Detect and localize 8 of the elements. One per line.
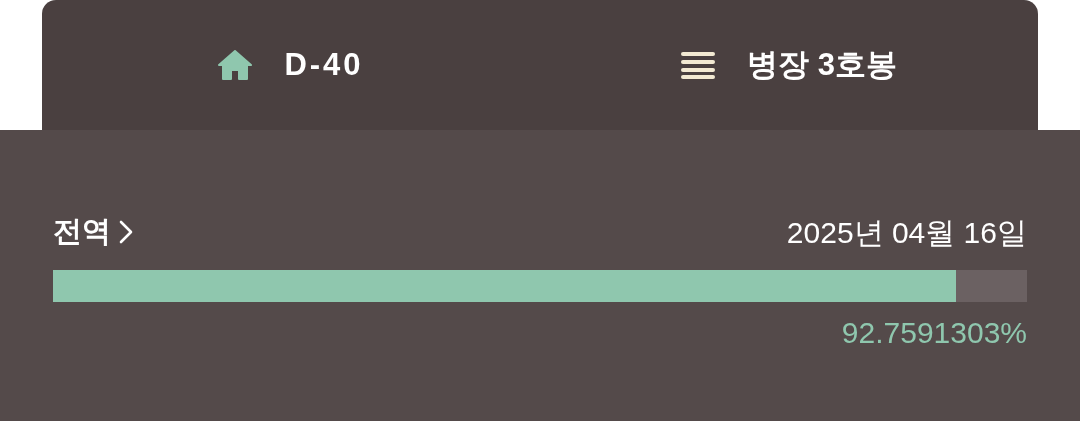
rank-tab[interactable]: 병장 3호봉 [540,0,1038,130]
chevron-right-icon [119,220,133,244]
discharge-date: 2025년 04월 16일 [786,214,1027,251]
discharge-link[interactable]: 전역 [53,210,133,254]
home-icon [218,50,253,80]
progress-percent: 92.7591303% [841,315,1027,351]
menu-icon [681,51,716,79]
home-tab[interactable]: D-40 [42,0,540,130]
